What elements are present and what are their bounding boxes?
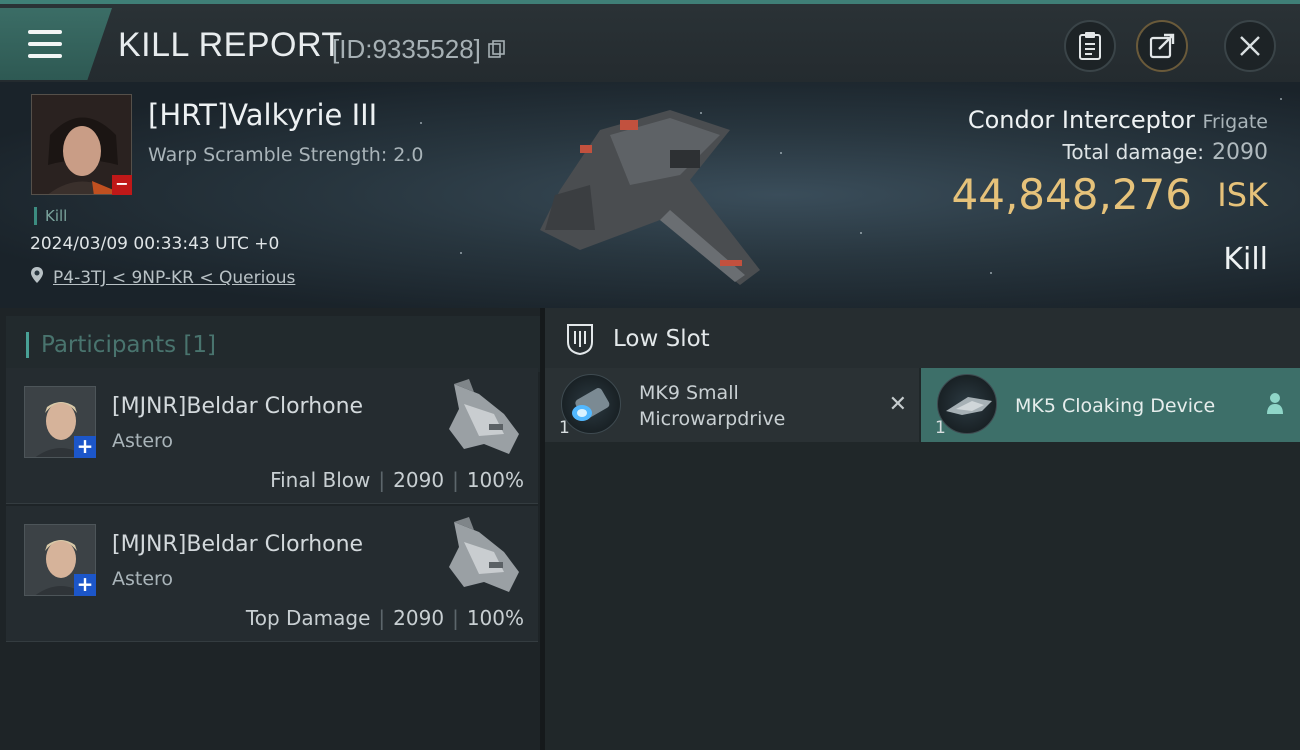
participant-ship-image	[449, 379, 519, 454]
copy-icon[interactable]	[488, 40, 506, 58]
close-icon	[1240, 36, 1260, 56]
total-damage-value: 2090	[1212, 140, 1268, 165]
person-icon	[1267, 393, 1283, 414]
ship-type[interactable]: Condor Interceptor	[968, 106, 1195, 134]
clipboard-button[interactable]	[1064, 20, 1116, 72]
participant-ship: Astero	[112, 568, 174, 590]
participant-name[interactable]: [MJNR]Beldar Clorhone	[112, 394, 363, 419]
kill-result: Kill	[1223, 242, 1268, 277]
participant-role: Top Damage	[245, 606, 371, 630]
victim-ship-image	[540, 110, 760, 285]
participant-name[interactable]: [MJNR]Beldar Clorhone	[112, 532, 363, 557]
clipboard-icon	[1079, 32, 1101, 60]
total-damage-label: Total damage:	[1062, 140, 1205, 164]
top-bar: KILL REPORT [ID:9335528]	[0, 0, 1300, 82]
participant-ship: Astero	[112, 430, 174, 452]
menu-button[interactable]	[0, 8, 112, 80]
participant-stats: Final Blow | 2090 | 100%	[270, 468, 524, 492]
cloaking-device-icon	[937, 374, 997, 434]
location-pin-icon	[31, 267, 43, 283]
low-slot-header: Low Slot	[545, 308, 1300, 368]
report-id: [ID:9335528]	[332, 34, 481, 64]
victim-summary: − [HRT]Valkyrie III Warp Scramble Streng…	[0, 82, 1300, 308]
fitting-panel: Low Slot 1 MK9 Small Microwarpdrive ✕ 1 …	[540, 308, 1300, 750]
participant-damage: 2090	[393, 468, 445, 492]
participants-panel: Participants [1] + [MJNR]Beldar Clorhone…	[0, 308, 540, 750]
module-name: MK9 Small Microwarpdrive	[639, 382, 786, 430]
close-button[interactable]	[1224, 20, 1276, 72]
module-quantity: 1	[559, 418, 570, 438]
isk-unit: ISK	[1217, 176, 1268, 214]
warp-scramble-strength: Warp Scramble Strength: 2.0	[148, 144, 424, 166]
page-title: KILL REPORT	[118, 26, 343, 64]
participants-header[interactable]: Participants [1]	[6, 316, 540, 372]
share-icon	[1149, 33, 1175, 59]
module-quantity: 1	[935, 418, 946, 438]
participant-stats: Top Damage | 2090 | 100%	[245, 606, 524, 630]
hamburger-icon	[28, 30, 62, 58]
isk-value: 44,848,276	[951, 170, 1192, 219]
low-slot-icon	[567, 324, 593, 356]
victim-name[interactable]: [HRT]Valkyrie III	[148, 98, 377, 132]
destroyed-icon: ✕	[888, 392, 907, 417]
friendly-badge-icon: +	[74, 436, 96, 458]
victim-ship-name: Condor Interceptor Frigate	[968, 106, 1268, 134]
participant-ship-image	[449, 517, 519, 592]
total-damage: Total damage: 2090	[1063, 140, 1269, 165]
share-button[interactable]	[1136, 20, 1188, 72]
participant-percent: 100%	[466, 606, 524, 630]
participant-row[interactable]: + [MJNR]Beldar Clorhone Astero Final Blo…	[6, 368, 538, 504]
module-cloaking-device[interactable]: 1 MK5 Cloaking Device	[921, 368, 1300, 442]
participant-row[interactable]: + [MJNR]Beldar Clorhone Astero Top Damag…	[6, 506, 538, 642]
ship-class: Frigate	[1202, 111, 1268, 133]
microwarpdrive-icon	[561, 374, 621, 434]
participant-damage: 2090	[393, 606, 445, 630]
kill-datetime: 2024/03/09 00:33:43 UTC +0	[30, 234, 280, 254]
module-microwarpdrive[interactable]: 1 MK9 Small Microwarpdrive ✕	[545, 368, 919, 442]
friendly-badge-icon: +	[74, 574, 96, 596]
participants-label: Participants [1]	[26, 332, 216, 358]
participant-percent: 100%	[466, 468, 524, 492]
kill-tag: Kill	[34, 207, 67, 225]
module-name: MK5 Cloaking Device	[1015, 395, 1216, 417]
location-link[interactable]: P4-3TJ < 9NP-KR < Querious	[53, 268, 295, 288]
participant-role: Final Blow	[270, 468, 371, 492]
hostile-badge-icon: −	[112, 175, 132, 195]
low-slot-title: Low Slot	[613, 326, 710, 352]
